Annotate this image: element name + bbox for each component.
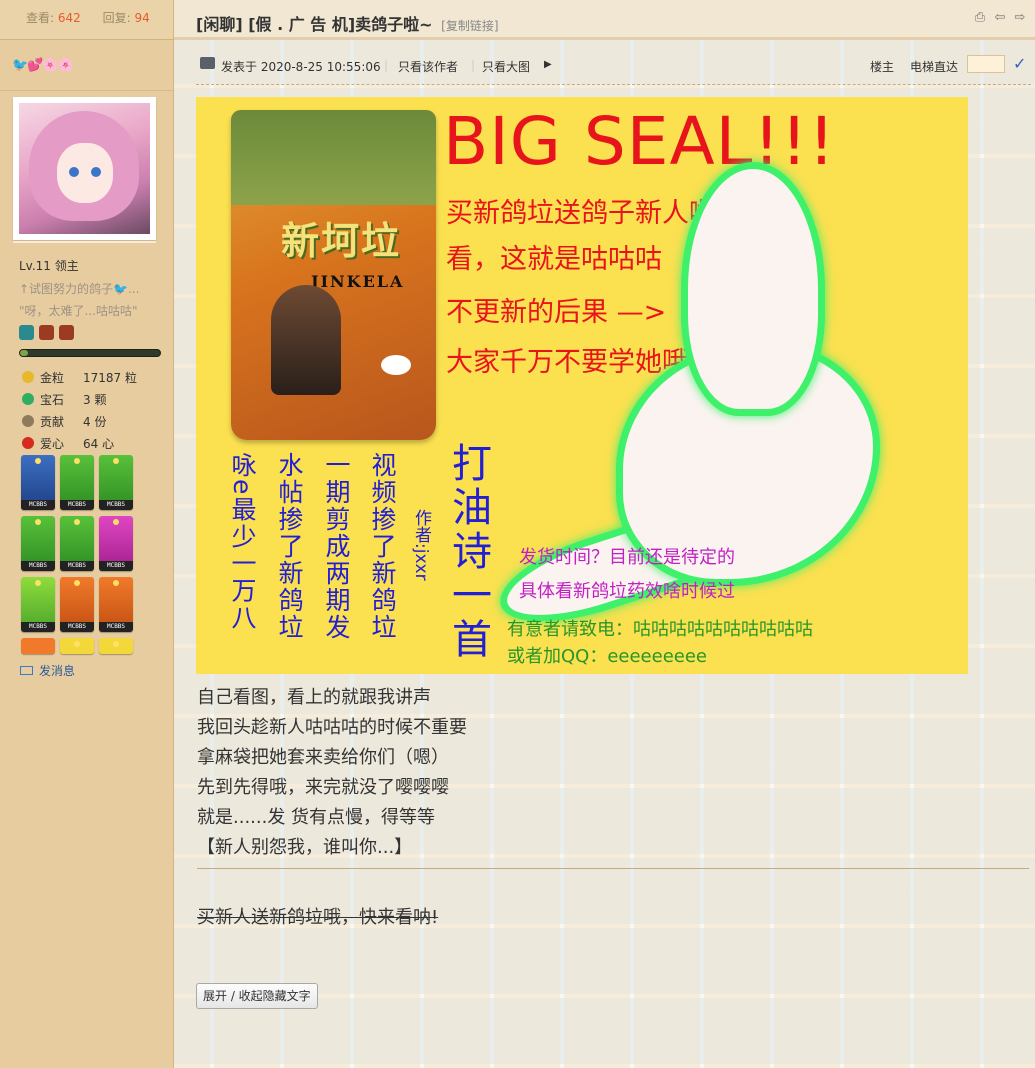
post-meta-bar: 发表于 2020-8-25 10:55:06 | 只看该作者 | 只看大图 ▶ … <box>196 52 1031 80</box>
rank-cart-icon <box>19 325 34 340</box>
triangle-right-icon[interactable]: ▶ <box>544 59 552 70</box>
user-level: Lv.11 领主 <box>19 259 79 273</box>
envelope-icon <box>20 666 33 675</box>
send-message-link[interactable]: 发消息 <box>20 662 75 679</box>
medal-gold-ingot[interactable]: MCBBS <box>60 516 94 571</box>
poem-author: 作者:jxxr <box>411 509 431 581</box>
medal-partial[interactable] <box>60 638 94 654</box>
gold-coin-icon <box>22 371 34 383</box>
heart-apple-icon <box>22 437 34 449</box>
user-motto: ↑试图努力的鸽子🐦... <box>19 282 140 296</box>
replies-count: 94 <box>134 11 150 25</box>
elevator-label: 电梯直达 <box>910 60 959 74</box>
avatar[interactable] <box>13 97 156 240</box>
jump-go-icon[interactable]: ✓ <box>1013 54 1029 73</box>
poem-line: 水帖掺了新鸽垃 <box>275 452 304 641</box>
poem-line: 视频掺了新鸽垃 <box>368 452 397 641</box>
thread-title-bar: [闲聊] [假 . 广 告 机]卖鸽子啦~ [复制链接] ⎙ ⇦ ⇨ <box>174 0 1035 40</box>
post-line: 我回头趁新人咕咕咕的时候不重要 <box>197 717 467 738</box>
print-icon[interactable]: ⎙ <box>973 11 987 25</box>
strikethrough-text: 买新人送新鸽垃哦，快来看呐! <box>197 907 439 928</box>
prop-gold: 金粒 17187 粒 <box>22 366 137 388</box>
floor-jump-input[interactable] <box>967 55 1005 73</box>
only-author-link[interactable]: 只看该作者 <box>398 58 458 75</box>
views-label: 查看: <box>26 11 55 25</box>
views-count: 642 <box>57 11 81 25</box>
toggle-hidden-text-button[interactable]: 展开 / 收起隐藏文字 <box>196 983 318 1009</box>
poster-shipping-line: 具体看新鸽垃药效啥时候过 <box>519 581 735 602</box>
poem-line: 一期剪成两期发 <box>322 452 351 641</box>
post-line: 就是......发 货有点慢，得等等 <box>197 807 436 828</box>
poster-shipping-line: 发货时间？目前还是待定的 <box>519 547 735 568</box>
title-actions: ⎙ ⇦ ⇨ <box>973 11 1027 25</box>
post-line: 先到先得哦，来完就没了嘤嘤嘤 <box>197 777 449 798</box>
user-emoji-row: 🐦💕🌸🌸 <box>0 40 173 91</box>
post-time: 发表于 2020-8-25 10:55:06 <box>221 60 381 74</box>
medal-map[interactable]: MCBBS <box>99 455 133 510</box>
medal-grid: MCBBS MCBBS MCBBS MCBBS MCBBS MCBBS MCBB… <box>21 455 133 654</box>
fertilizer-package-image: 新坷垃 JINKELA <box>231 110 436 440</box>
medal-plant[interactable]: MCBBS <box>99 577 133 632</box>
poem-line: 咏e最少一万八 <box>228 452 257 632</box>
post-line: 拿麻袋把她套来卖给你们（嗯） <box>197 747 449 768</box>
rank-cart-icon <box>59 325 74 340</box>
post-content: 自己看图，看上的就跟我讲声 我回头趁新人咕咕咕的时候不重要 拿麻袋把她套来卖给你… <box>197 683 467 863</box>
poster-contact-line: 有意者请致电：咕咕咕咕咕咕咕咕咕咕 <box>507 619 813 640</box>
medal-partial[interactable] <box>99 638 133 654</box>
pigeon-girl-image <box>489 162 916 641</box>
thread-title: [闲聊] [假 . 广 告 机]卖鸽子啦~ [复制链接] <box>196 11 499 35</box>
content-divider <box>197 868 1029 869</box>
author-sidebar: 查看: 642 回复: 94 🐦💕🌸🌸 Lv.11 领主 ↑试图努力的鸽子🐦..… <box>0 0 174 1068</box>
medal-leather[interactable]: MCBBS <box>21 516 55 571</box>
prop-gem: 宝石 3 颗 <box>22 388 137 410</box>
gem-icon <box>22 393 34 405</box>
post-line: 【新人别怨我，谁叫你...】 <box>197 837 413 858</box>
poem-title: 打油诗一首 <box>445 442 491 662</box>
post-line: 自己看图，看上的就跟我讲声 <box>197 687 431 708</box>
next-thread-icon[interactable]: ⇨ <box>1013 11 1027 25</box>
prop-contribution: 贡献 4 份 <box>22 410 137 432</box>
thread-title-text: [闲聊] [假 . 广 告 机]卖鸽子啦~ <box>196 15 433 34</box>
meta-divider <box>196 84 1031 85</box>
medal-painting[interactable]: MCBBS <box>21 455 55 510</box>
previous-thread-icon[interactable]: ⇦ <box>993 11 1007 25</box>
medal-book[interactable]: MCBBS <box>60 455 94 510</box>
avatar-image <box>19 103 150 234</box>
medal-seeds[interactable]: MCBBS <box>60 577 94 632</box>
medal-block[interactable]: MCBBS <box>21 577 55 632</box>
post-image-poster[interactable]: 新坷垃 JINKELA BIG SEAL!!! 买新鸽垃送鸽子新人啦! 看，这就… <box>196 97 968 674</box>
user-motto-2: "呀，太难了...咕咕咕" <box>19 304 138 318</box>
post-type-icon <box>200 57 215 69</box>
prop-heart: 爱心 64 心 <box>22 432 137 454</box>
floor-owner-label: 楼主 <box>870 60 895 74</box>
replies-label: 回复: <box>102 11 131 25</box>
experience-bar <box>19 349 161 357</box>
copy-link-button[interactable]: [复制链接] <box>441 19 498 33</box>
user-properties: 金粒 17187 粒 宝石 3 颗 贡献 4 份 爱心 64 心 <box>22 366 137 454</box>
medal-partial[interactable] <box>21 638 55 654</box>
contribution-icon <box>22 415 34 427</box>
poster-contact-line: 或者加QQ：eeeeeeeee <box>507 646 708 667</box>
thread-stats: 查看: 642 回复: 94 <box>0 0 173 40</box>
medal-green-apple[interactable]: MCBBS <box>99 516 133 571</box>
large-image-link[interactable]: 只看大图 <box>482 58 530 75</box>
rank-icons <box>19 325 74 340</box>
rank-cart-icon <box>39 325 54 340</box>
